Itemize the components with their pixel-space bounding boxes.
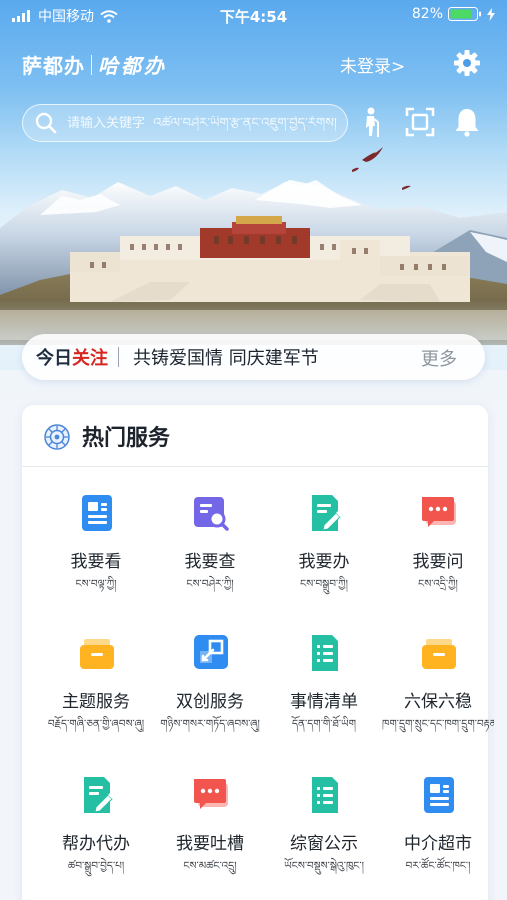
service-label-tibetan: དོན་དག་གི་ཐོ་ཡིག — [291, 718, 357, 730]
service-label: 事情清单 — [290, 692, 358, 712]
service-label: 六保六稳 — [404, 692, 472, 712]
chat-icon — [194, 779, 228, 809]
doc-icon — [82, 495, 112, 531]
service-label-tibetan: གཉིས་གསར་གཏོད་ཞབས་ཞུ། — [160, 718, 260, 730]
service-label-tibetan: བརྗོད་གཞི་ཅན་གྱི་ཞབས་ཞུ། — [47, 718, 145, 730]
service-item[interactable]: 事情清单 དོན་དག་གི་ཐོ་ཡིག — [268, 633, 380, 765]
news-more-link[interactable]: 更多 — [421, 345, 457, 371]
service-label: 我要办 — [298, 552, 350, 572]
service-label-tibetan: ངས་བཤེར་ཀྱི། — [186, 578, 234, 590]
status-bar: 中国移动 下午4:54 82% — [0, 0, 507, 30]
service-item[interactable]: 帮办代办 ཚབ་སྒྲུབ་བྱེད་པ། — [40, 775, 152, 900]
gear-icon[interactable] — [452, 48, 482, 78]
service-label-tibetan: ངས་བསྒྲུབ་ཀྱི། — [300, 578, 348, 590]
edit-doc-icon — [312, 495, 342, 531]
service-label-tibetan: ངས་མཚང་འདྲུ། — [183, 860, 237, 872]
list-doc-icon — [312, 777, 338, 813]
service-label-tibetan: ངས་བལྟ་ཀྱི། — [75, 578, 117, 590]
service-label: 我要查 — [184, 552, 236, 572]
service-label: 我要问 — [412, 552, 464, 572]
service-item[interactable]: 双创服务 གཉིས་གསར་གཏོད་ཞབས་ཞུ། — [154, 633, 266, 765]
scan-icon[interactable] — [405, 106, 435, 138]
service-label: 双创服务 — [176, 692, 244, 712]
search-icon — [35, 112, 57, 134]
expand-icon — [194, 635, 228, 669]
service-item[interactable]: 我要查 ངས་བཤེར་ཀྱི། — [154, 493, 266, 625]
chat-icon — [422, 497, 456, 527]
brand-divider — [91, 54, 92, 75]
service-label: 综窗公示 — [290, 834, 358, 854]
service-label: 帮办代办 — [62, 834, 130, 854]
bell-icon[interactable] — [452, 106, 482, 138]
service-item[interactable]: 中介超市 བར་ཚོང་ཚོང་ཁང་། — [382, 775, 494, 900]
list-doc-icon — [312, 635, 338, 671]
service-item[interactable]: 综窗公示 ཡོངས་བསྡུས་སྒེའུ་ཁུང་། — [268, 775, 380, 900]
service-item[interactable]: 我要问 ངས་འདྲི་ཀྱི། — [382, 493, 494, 625]
battery-percent: 82% — [411, 6, 443, 22]
charging-icon — [487, 7, 495, 21]
hot-services-card: 热门服务 我要看 ངས་བལྟ་ཀྱི། 我要查 ངས་བཤེར་ཀྱི། 我要办 ང… — [22, 405, 494, 900]
service-item[interactable]: 我要看 ངས་བལྟ་ཀྱི། — [40, 493, 152, 625]
service-item[interactable]: 我要吐槽 ངས་མཚང་འདྲུ། — [154, 775, 266, 900]
brand-secondary: 哈都办 — [98, 54, 167, 78]
service-item[interactable]: 六保六稳 ཁག་དྲུག་སྲུང་དང་ཁག་དྲུག་བརྟན། — [382, 633, 494, 765]
news-divider — [118, 347, 119, 367]
birds — [352, 147, 411, 190]
service-item[interactable]: 我要办 ངས་བསྒྲུབ་ཀྱི། — [268, 493, 380, 625]
login-button[interactable]: 未登录> — [340, 52, 405, 77]
service-label-tibetan: ཚབ་སྒྲུབ་བྱེད་པ། — [67, 860, 125, 872]
top-bar: 萨都办 哈都办 未登录> — [0, 40, 507, 88]
news-tag-focus: 关注 — [72, 348, 108, 369]
news-ticker[interactable]: 今日关注 共铸爱国情 同庆建军节 更多 — [22, 334, 485, 380]
search-input[interactable] — [67, 115, 337, 131]
search-doc-icon — [194, 497, 229, 531]
service-label-tibetan: ཡོངས་བསྡུས་སྒེའུ་ཁུང་། — [284, 860, 364, 872]
service-grid: 我要看 ངས་བལྟ་ཀྱི། 我要查 ངས་བཤེར་ཀྱི། 我要办 ངས་བསྒ… — [22, 405, 494, 900]
news-tag: 今日关注 — [36, 344, 108, 370]
folder-icon — [80, 639, 114, 669]
service-label-tibetan: ངས་འདྲི་ཀྱི། — [418, 578, 458, 590]
service-label: 主题服务 — [62, 692, 130, 712]
service-label: 我要吐槽 — [176, 834, 244, 854]
status-right: 82% — [412, 6, 495, 22]
doc-icon — [424, 777, 454, 813]
brand-logo: 萨都办 哈都办 — [22, 50, 167, 79]
edit-doc-icon — [84, 777, 114, 813]
search-bar[interactable] — [22, 104, 348, 142]
news-headline[interactable]: 共铸爱国情 同庆建军节 — [133, 344, 319, 370]
service-label: 中介超市 — [404, 834, 472, 854]
folder-icon — [422, 639, 456, 669]
service-label: 我要看 — [70, 552, 122, 572]
brand-primary: 萨都办 — [22, 54, 85, 78]
elder-mode-icon[interactable] — [358, 106, 388, 138]
service-label-tibetan: བར་ཚོང་ཚོང་ཁང་། — [405, 860, 471, 872]
service-item[interactable]: 主题服务 བརྗོད་གཞི་ཅན་གྱི་ཞབས་ཞུ། — [40, 633, 152, 765]
news-tag-today: 今日 — [36, 348, 72, 369]
service-label-tibetan: ཁག་དྲུག་སྲུང་དང་ཁག་དྲུག་བརྟན། — [382, 718, 494, 730]
battery-icon — [448, 7, 481, 21]
